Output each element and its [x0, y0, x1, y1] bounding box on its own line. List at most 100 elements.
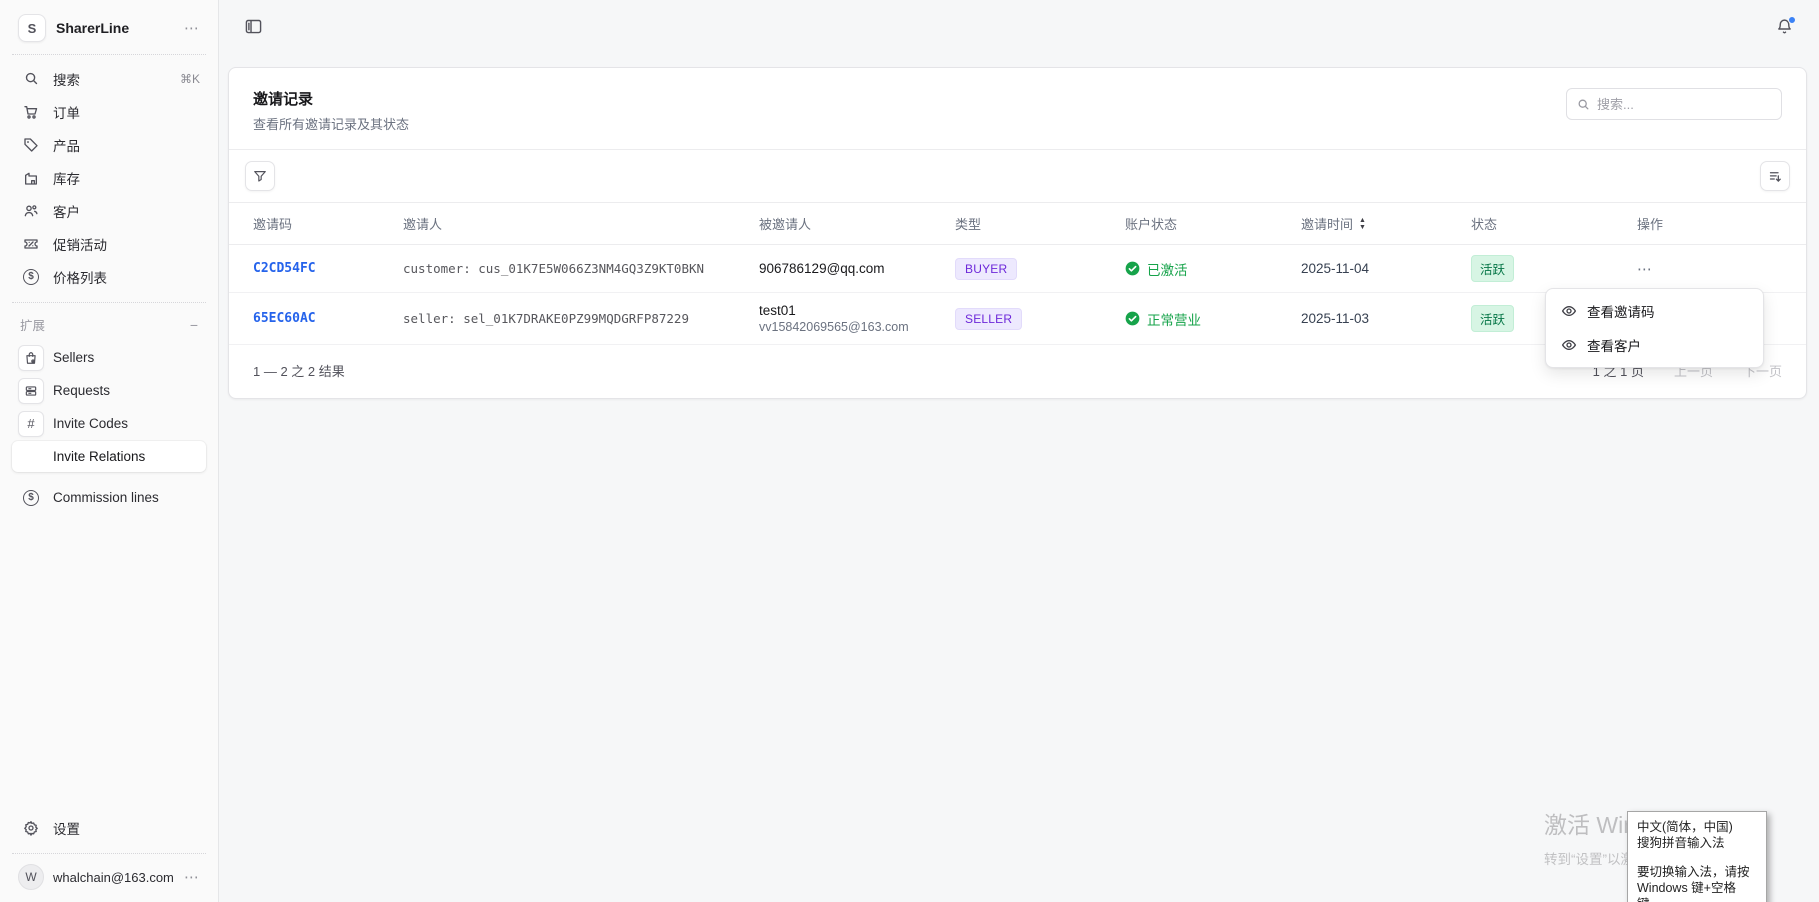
tag-icon: [18, 137, 44, 153]
page-subtitle: 查看所有邀请记录及其状态: [253, 114, 409, 133]
col-header-actions: 操作: [1613, 214, 1806, 233]
sort-icon[interactable]: ▲▼: [1359, 217, 1366, 231]
sidebar-item-invite-relations[interactable]: Invite Relations: [12, 441, 206, 472]
sidebar-item-label: 价格列表: [53, 267, 200, 287]
menu-item-view-customer[interactable]: 查看客户: [1551, 328, 1758, 362]
sidebar-item-label: 促销活动: [53, 234, 200, 254]
gear-icon: [18, 820, 44, 836]
col-header-account-status: 账户状态: [1101, 214, 1277, 233]
col-header-status: 状态: [1447, 214, 1613, 233]
extensions-section-label: 扩展: [20, 315, 45, 334]
sidebar-toggle-button[interactable]: [245, 19, 262, 34]
sidebar-item-label: 产品: [53, 135, 200, 155]
sidebar-item-label: Invite Codes: [53, 416, 200, 431]
search-icon: [1577, 98, 1590, 111]
sidebar-item-label: Invite Relations: [53, 449, 200, 464]
search-input[interactable]: [1597, 97, 1771, 112]
user-email: whalchain@163.com: [53, 870, 175, 885]
avatar: W: [18, 864, 44, 890]
ime-hint-line2: Windows 键+空格键。: [1637, 880, 1757, 902]
row-actions-button[interactable]: ⋯: [1637, 261, 1653, 278]
ime-input-method: 搜狗拼音输入法: [1637, 835, 1757, 851]
notifications-button[interactable]: [1776, 18, 1793, 35]
app-logo[interactable]: S: [18, 14, 46, 42]
col-header-invite-time: 邀请时间 ▲▼: [1277, 214, 1447, 233]
check-circle-icon: [1125, 311, 1140, 326]
menu-item-label: 查看邀请码: [1587, 301, 1655, 321]
table-header-row: 邀请码 邀请人 被邀请人 类型 账户状态 邀请时间 ▲▼ 状态 操作: [229, 203, 1806, 245]
card-header: 邀请记录 查看所有邀请记录及其状态: [229, 68, 1806, 149]
sidebar-item-requests[interactable]: Requests: [12, 375, 206, 406]
bag-icon: [18, 345, 44, 371]
eye-icon: [1560, 337, 1578, 353]
sidebar-item-promotions[interactable]: 促销活动: [12, 228, 206, 259]
type-badge: BUYER: [955, 258, 1017, 280]
sidebar-nav: 搜索 ⌘K 订单 产品 库存: [12, 63, 206, 292]
collapse-section-icon[interactable]: −: [190, 317, 198, 333]
sidebar-item-label: 订单: [53, 102, 200, 122]
col-header-invitee: 被邀请人: [735, 214, 931, 233]
sidebar-item-products[interactable]: 产品: [12, 129, 206, 160]
col-header-type: 类型: [931, 214, 1101, 233]
sidebar-item-settings[interactable]: 设置: [12, 812, 206, 843]
topbar: [219, 0, 1819, 52]
search-icon: [18, 71, 44, 86]
divider: [12, 54, 206, 55]
sidebar-item-price-lists[interactable]: $ 价格列表: [12, 261, 206, 292]
sidebar-extensions: Sellers Requests # Invite Codes Invite R…: [12, 340, 206, 513]
filter-button[interactable]: [245, 161, 275, 191]
sidebar-item-commission-lines[interactable]: $ Commission lines: [12, 482, 206, 513]
sidebar-item-sellers[interactable]: Sellers: [12, 342, 206, 373]
app-logo-letter: S: [28, 21, 37, 36]
sidebar-item-label: Sellers: [53, 350, 200, 365]
sidebar-item-label: 搜索: [53, 69, 171, 89]
dollar-circle-icon: $: [18, 269, 44, 285]
dollar-circle-icon: $: [18, 490, 44, 506]
sidebar-item-label: 设置: [53, 818, 200, 838]
eye-icon: [1560, 303, 1578, 319]
extensions-section-header: 扩展 −: [12, 311, 206, 340]
invitee-cell: 906786129@qq.com: [759, 261, 919, 276]
results-count: 1 — 2 之 2 结果: [253, 361, 345, 380]
user-menu-ellipsis-icon[interactable]: ⋯: [184, 868, 200, 886]
account-status: 已激活: [1125, 259, 1265, 279]
warehouse-icon: [18, 170, 44, 186]
menu-item-label: 查看客户: [1587, 335, 1641, 355]
sidebar-item-label: Requests: [53, 383, 200, 398]
sidebar-item-invite-codes[interactable]: # Invite Codes: [12, 408, 206, 439]
sidebar-item-search[interactable]: 搜索 ⌘K: [12, 63, 206, 94]
hash-icon: #: [18, 411, 44, 437]
sidebar-item-label: Commission lines: [53, 490, 200, 505]
ime-hint-line1: 要切换输入法，请按: [1637, 864, 1757, 880]
invite-date-cell: 2025-11-04: [1277, 261, 1447, 276]
account-status: 正常营业: [1125, 309, 1265, 329]
sidebar-item-customers[interactable]: 客户: [12, 195, 206, 226]
check-circle-icon: [1125, 261, 1140, 276]
sidebar-item-label: 客户: [53, 201, 200, 221]
table-row[interactable]: C2CD54FC customer: cus_01K7E5W066Z3NM4GQ…: [229, 245, 1806, 293]
sort-columns-button[interactable]: [1760, 161, 1790, 191]
sidebar-item-label: 库存: [53, 168, 200, 188]
table-search[interactable]: [1566, 88, 1782, 120]
invite-code-link[interactable]: C2CD54FC: [229, 261, 379, 276]
app-name: SharerLine: [56, 20, 174, 36]
notification-dot: [1788, 16, 1796, 24]
user-menu[interactable]: W whalchain@163.com ⋯: [12, 860, 206, 890]
cart-icon: [18, 104, 44, 120]
ime-language: 中文(简体，中国): [1637, 819, 1757, 835]
status-badge: 活跃: [1471, 255, 1514, 282]
sidebar-bottom: 设置 W whalchain@163.com ⋯: [12, 812, 206, 890]
col-header-inviter: 邀请人: [379, 214, 735, 233]
invite-code-link[interactable]: 65EC60AC: [229, 311, 379, 326]
sidebar-item-inventory[interactable]: 库存: [12, 162, 206, 193]
row-actions-menu: 查看邀请码 查看客户: [1545, 288, 1764, 368]
search-shortcut: ⌘K: [180, 72, 200, 86]
menu-item-view-invite-code[interactable]: 查看邀请码: [1551, 294, 1758, 328]
sidebar-menu-ellipsis-icon[interactable]: ⋯: [184, 19, 200, 37]
sidebar-item-orders[interactable]: 订单: [12, 96, 206, 127]
status-badge: 活跃: [1471, 305, 1514, 332]
inviter-cell: seller: sel_01K7DRAKE0PZ99MQDGRFP87229: [379, 311, 735, 326]
sidebar: S SharerLine ⋯ 搜索 ⌘K 订单: [0, 0, 219, 902]
table-toolbar: [229, 149, 1806, 203]
list-rows-icon: [18, 378, 44, 404]
